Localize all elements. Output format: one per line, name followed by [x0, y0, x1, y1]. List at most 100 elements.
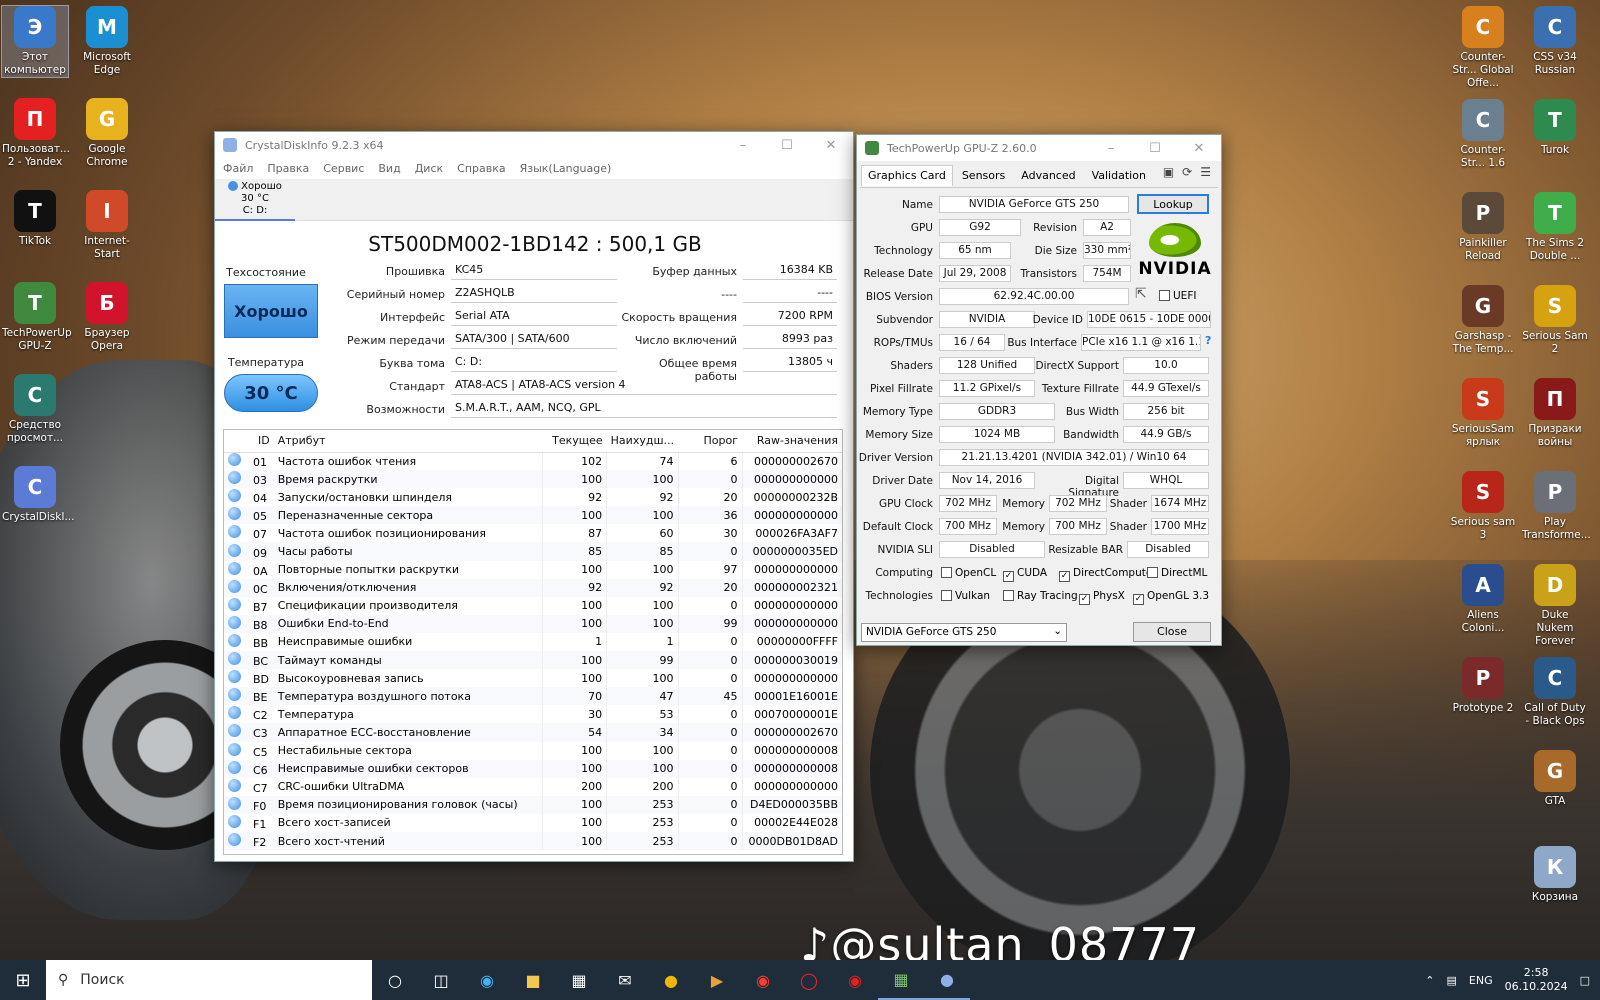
table-row[interactable]: 03 Время раскрутки 100 100 0 000000000000 [224, 470, 842, 489]
yandex-browser-icon[interactable]: ◉ [740, 960, 786, 1000]
bus-help-icon[interactable]: ? [1205, 334, 1211, 347]
table-row[interactable]: F1 Всего хост-записей 100 253 0 00002E44E028 [224, 813, 842, 832]
clock[interactable]: 2:58 06.10.2024 [1505, 966, 1568, 994]
raytracing-checkbox[interactable]: Ray Tracing [1003, 590, 1078, 602]
desktop-icon-right-9[interactable]: П Призраки войны [1522, 378, 1588, 449]
desktop-icon-right-6[interactable]: G Garshasp - The Temp... [1450, 285, 1516, 356]
desktop-icon-left-1[interactable]: M Microsoft Edge [74, 6, 140, 77]
chrome-icon[interactable]: ● [648, 960, 694, 1000]
desktop-icon-right-7[interactable]: S Serious Sam 2 [1522, 285, 1588, 356]
crystaldisk-taskbar-icon[interactable]: ● [924, 960, 970, 1000]
health-status-button[interactable]: Хорошо [224, 284, 318, 338]
menu-item-1[interactable]: Правка [267, 162, 309, 175]
cuda-checkbox[interactable]: ✓ CUDA [1003, 567, 1047, 582]
menu-item-5[interactable]: Справка [457, 162, 505, 175]
language-indicator[interactable]: ENG [1469, 974, 1493, 987]
temperature-badge[interactable]: 30 °C [224, 374, 318, 412]
physx-checkbox[interactable]: ✓ PhysX [1079, 590, 1125, 605]
desktop-icon-right-11[interactable]: P Play Transforme... [1522, 471, 1591, 542]
desktop-icon-right-16[interactable]: G GTA [1522, 750, 1588, 808]
desktop-icon-right-17[interactable]: К Корзина [1522, 846, 1588, 904]
smart-col-0[interactable]: ID [224, 430, 274, 453]
crystaldiskinfo-window[interactable]: CrystalDiskInfo 9.2.3 x64 – ☐ ✕ Файл Прав… [214, 131, 854, 862]
desktop-icon-left-0[interactable]: Э Этот компьютер [1, 5, 69, 78]
desktop-icon-left-8[interactable]: С Средство просмот... [2, 374, 68, 445]
menu-item-6[interactable]: Язык(Language) [520, 162, 612, 175]
desktop-icon-left-5[interactable]: I Internet-Start [74, 190, 140, 261]
drive-tab-c[interactable]: Хорошо 30 °C C: D: [215, 179, 295, 221]
directml-checkbox[interactable]: DirectML [1147, 567, 1207, 579]
gpuz-window[interactable]: TechPowerUp GPU-Z 2.60.0 – ☐ ✕ Graphics … [856, 134, 1222, 646]
close-icon[interactable]: ✕ [809, 138, 853, 153]
task-view-icon[interactable]: ◫ [418, 960, 464, 1000]
network-icon[interactable]: ▤ [1447, 974, 1457, 987]
table-row[interactable]: C2 Температура 30 53 0 00070000001E [224, 705, 842, 724]
smart-col-2[interactable]: Текущее [542, 430, 607, 453]
gpu-select[interactable]: NVIDIA GeForce GTS 250 ⌄ [861, 623, 1067, 642]
smart-table[interactable]: ID Атрибут Текущее Наихудш... Порог Raw-значе… [223, 429, 843, 855]
desktop-icon-right-5[interactable]: T The Sims 2 Double ... [1522, 192, 1588, 263]
smart-col-4[interactable]: Порог [678, 430, 742, 453]
close-icon[interactable]: ✕ [1177, 141, 1221, 156]
maximize-icon[interactable]: ☐ [765, 138, 809, 153]
desktop-icon-right-8[interactable]: S SeriousSam ярлык [1450, 378, 1516, 449]
table-row[interactable]: C7 CRC-ошибки UltraDMA 200 200 0 000000000000 [224, 777, 842, 796]
opencl-checkbox[interactable]: OpenCL [941, 567, 996, 579]
tab-validation[interactable]: Validation [1085, 165, 1153, 186]
menu-item-4[interactable]: Диск [415, 162, 443, 175]
minimize-icon[interactable]: – [721, 138, 765, 153]
windows-start-icon[interactable]: ⊞ [0, 960, 46, 1000]
gpuz-taskbar-icon[interactable]: ▦ [878, 960, 924, 1000]
desktop-icon-right-15[interactable]: C Call of Duty - Black Ops [1522, 657, 1588, 728]
table-row[interactable]: C5 Нестабильные сектора 100 100 0 00000000000… [224, 741, 842, 760]
desktop-icon-right-1[interactable]: C CSS v34 Russian [1522, 6, 1588, 77]
table-row[interactable]: BD Высокоуровневая запись 100 100 0 000000000… [224, 669, 842, 688]
desktop-icon-right-4[interactable]: P Painkiller Reload [1450, 192, 1516, 263]
table-row[interactable]: C6 Неисправимые ошибки секторов 100 100 0 000… [224, 759, 842, 778]
mail-icon[interactable]: ✉ [602, 960, 648, 1000]
table-row[interactable]: 07 Частота ошибок позиционирования 87 60 30 0… [224, 524, 842, 543]
menu-item-2[interactable]: Сервис [323, 162, 364, 175]
desktop-icon-right-12[interactable]: A Aliens Coloni... [1450, 564, 1516, 635]
file-explorer-icon[interactable]: ■ [510, 960, 556, 1000]
tab-graphics-card[interactable]: Graphics Card [861, 165, 953, 186]
smart-col-1[interactable]: Атрибут [273, 430, 543, 453]
table-row[interactable]: BC Таймаут команды 100 99 0 000000030019 [224, 651, 842, 670]
notification-icon[interactable]: □ [1580, 974, 1590, 987]
table-row[interactable]: B8 Ошибки End-to-End 100 100 99 000000000000 [224, 614, 842, 633]
search-box[interactable]: ⚲ Поиск [46, 960, 372, 1000]
directcompute-checkbox[interactable]: ✓ DirectCompute [1059, 567, 1152, 582]
refresh-icon[interactable]: ⟳ [1182, 165, 1192, 179]
yandex-icon[interactable]: ◉ [832, 960, 878, 1000]
menu-item-3[interactable]: Вид [378, 162, 400, 175]
desktop-icon-right-10[interactable]: S Serious sam 3 [1450, 471, 1516, 542]
table-row[interactable]: 09 Часы работы 85 85 0 0000000035ED [224, 542, 842, 561]
desktop-icon-right-2[interactable]: C Counter-Str... 1.6 [1450, 99, 1516, 170]
menu-icon[interactable]: ☰ [1200, 165, 1211, 179]
cdi-titlebar[interactable]: CrystalDiskInfo 9.2.3 x64 – ☐ ✕ [215, 132, 853, 158]
desktop-icon-right-0[interactable]: C Counter-Str... Global Offe... [1450, 6, 1516, 90]
cortana-icon[interactable]: ○ [372, 960, 418, 1000]
desktop-icon-right-14[interactable]: P Prototype 2 [1450, 657, 1516, 715]
tab-sensors[interactable]: Sensors [955, 165, 1012, 186]
camera-icon[interactable]: ▣ [1163, 165, 1174, 179]
table-row[interactable]: BB Неисправимые ошибки 1 1 0 00000000FFFF [224, 632, 842, 652]
uefi-checkbox[interactable]: UEFI [1159, 290, 1196, 302]
desktop-icon-left-3[interactable]: G Google Chrome [74, 98, 140, 169]
tab-advanced[interactable]: Advanced [1014, 165, 1082, 186]
table-row[interactable]: B7 Спецификации производителя 100 100 0 00000… [224, 596, 842, 615]
desktop-icon-left-6[interactable]: T TechPowerUp GPU-Z [2, 282, 72, 353]
desktop-icon-right-13[interactable]: D Duke Nukem Forever [1522, 564, 1588, 648]
table-row[interactable]: 0A Повторные попытки раскрутки 100 100 97 000… [224, 560, 842, 579]
table-row[interactable]: C3 Аппаратное ECC-восстановление 54 34 0 0000… [224, 723, 842, 742]
close-button[interactable]: Close [1133, 622, 1211, 642]
desktop-icon-left-9[interactable]: C CrystalDiskI... [2, 466, 74, 524]
table-row[interactable]: 05 Переназначенные сектора 100 100 36 0000000… [224, 506, 842, 525]
edge-icon[interactable]: ◉ [464, 960, 510, 1000]
desktop-icon-left-2[interactable]: П Пользоват... 2 - Yandex [2, 98, 70, 169]
media-player-icon[interactable]: ▶ [694, 960, 740, 1000]
share-icon[interactable]: ⇱ [1135, 286, 1147, 302]
desktop-icon-left-7[interactable]: Б Браузер Opera [74, 282, 140, 353]
menu-item-0[interactable]: Файл [223, 162, 253, 175]
desktop-icon-right-3[interactable]: T Turok [1522, 99, 1588, 157]
